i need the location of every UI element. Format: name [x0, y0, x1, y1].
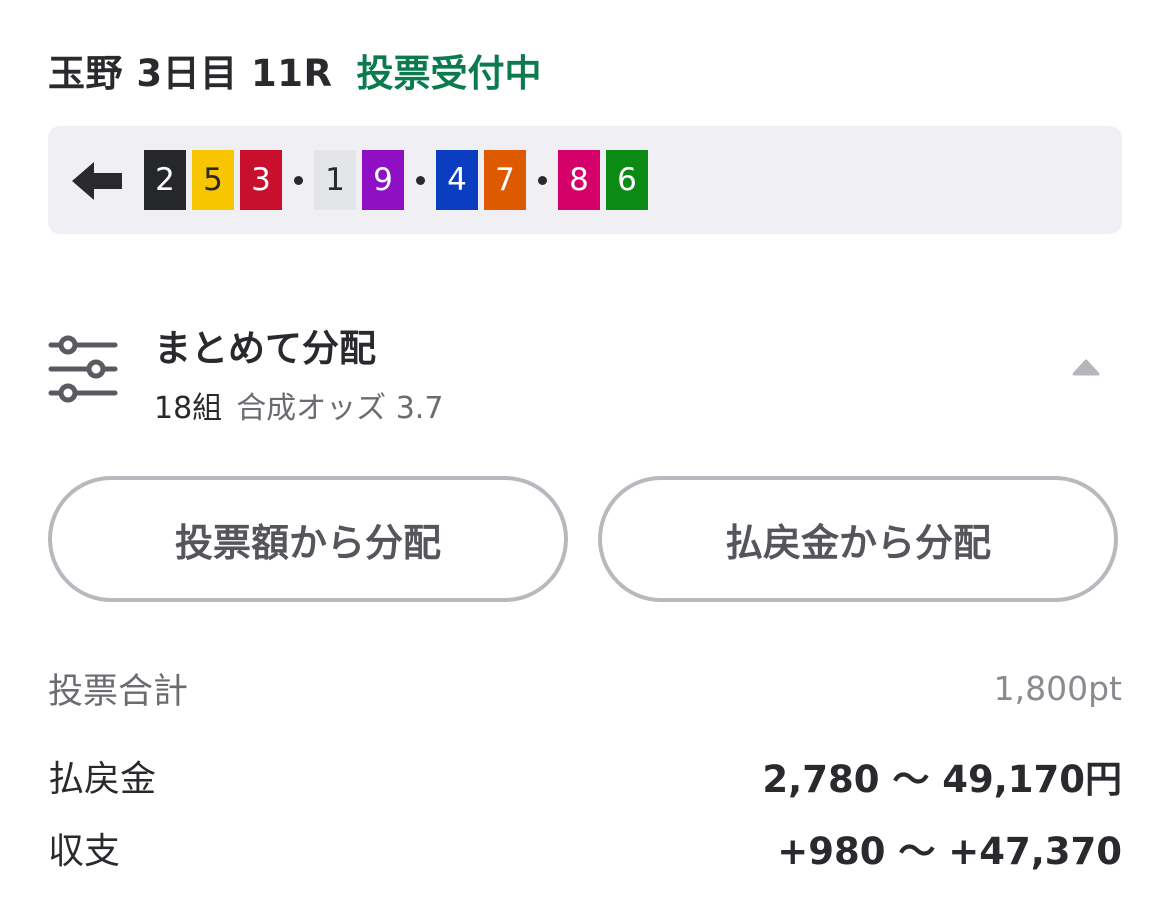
separator-dot: [293, 175, 303, 185]
race-header: 玉野 3日目 11R 投票受付中: [48, 40, 542, 100]
race-title: 玉野 3日目 11R: [48, 52, 333, 95]
boat-number-7: 7: [484, 150, 526, 210]
boat-number-8: 8: [558, 150, 600, 210]
back-arrow-icon[interactable]: [72, 162, 122, 200]
composite-odds: 合成オッズ 3.7: [236, 391, 444, 426]
group-separator: [532, 150, 552, 210]
boat-number-5: 5: [192, 150, 234, 210]
bet-distribution-panel: 玉野 3日目 11R 投票受付中 253194786 まとめて分配 18組 合成…: [0, 0, 1170, 906]
summary-title: まとめて分配: [154, 327, 376, 370]
balance-label: 収支: [48, 831, 121, 872]
group-separator: [288, 150, 308, 210]
balance-row: 収支 +980 〜 +47,370: [48, 820, 1122, 876]
boat-number-6: 6: [606, 150, 648, 210]
payout-value: 2,780 〜 49,170円: [762, 758, 1122, 801]
payout-row: 払戻金 2,780 〜 49,170円: [48, 748, 1122, 804]
selection-box: 253194786: [48, 126, 1122, 234]
distribute-by-bet-button[interactable]: 投票額から分配: [48, 476, 568, 602]
boat-number-1: 1: [314, 150, 356, 210]
voting-status: 投票受付中: [356, 52, 542, 95]
bet-total-row: 投票合計 1,800pt: [48, 660, 1122, 716]
boat-number-2: 2: [144, 150, 186, 210]
separator-dot: [537, 175, 547, 185]
bet-total-label: 投票合計: [48, 671, 189, 712]
distribute-by-payout-button[interactable]: 払戻金から分配: [598, 476, 1118, 602]
payout-label: 払戻金: [48, 759, 157, 800]
sliders-icon: [48, 335, 118, 403]
boat-number-3: 3: [240, 150, 282, 210]
boat-number-4: 4: [436, 150, 478, 210]
separator-dot: [415, 175, 425, 185]
group-separator: [410, 150, 430, 210]
selected-combination: 253194786: [144, 150, 648, 210]
summary-subtitle: 18組 合成オッズ 3.7: [154, 383, 443, 427]
combination-count: 18組: [154, 391, 223, 426]
chevron-up-icon[interactable]: [1070, 356, 1102, 380]
balance-value: +980 〜 +47,370: [777, 830, 1122, 873]
boat-number-9: 9: [362, 150, 404, 210]
bet-total-value: 1,800pt: [993, 668, 1122, 708]
